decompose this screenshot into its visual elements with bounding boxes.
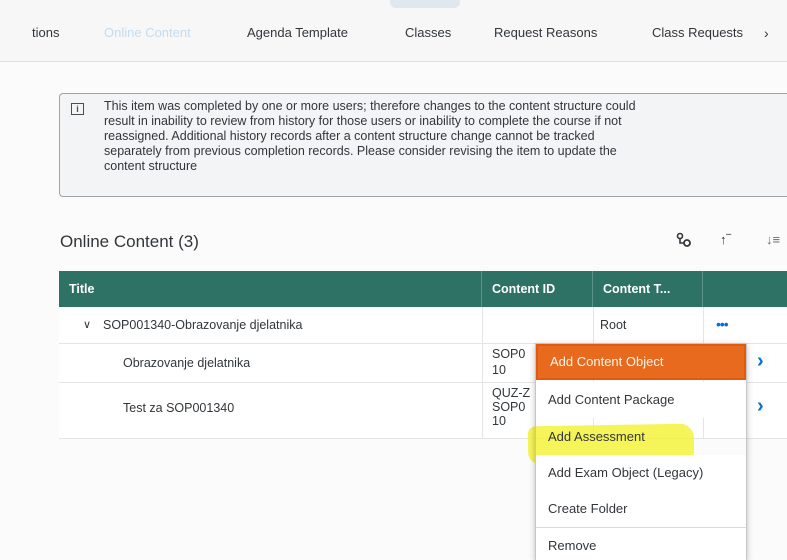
menu-item-create-folder[interactable]: Create Folder (536, 491, 746, 527)
column-divider (482, 307, 483, 439)
row-content-type: Root (600, 318, 627, 332)
context-menu: Add Content Object Add Content Package A… (535, 343, 747, 560)
info-line-2: result in inability to review from histo… (104, 114, 622, 128)
menu-item-add-exam-object[interactable]: Add Exam Object (Legacy) (536, 455, 746, 491)
section-title: Online Content (3) (60, 232, 199, 251)
menu-item-remove[interactable]: Remove (536, 528, 746, 560)
tab-class-requests[interactable]: Class Requests (652, 25, 743, 40)
tab-request-reasons[interactable]: Request Reasons (494, 25, 597, 40)
row-title: Test za SOP001340 (123, 401, 235, 415)
column-header-content-type[interactable]: Content T... (593, 271, 703, 307)
info-line-3: reassigned. Additional history records a… (104, 129, 595, 143)
info-icon: i (71, 103, 84, 115)
tab-agenda-template[interactable]: Agenda Template (247, 25, 348, 40)
row-content-id-line: SOP0 (492, 347, 526, 361)
tab-online-content[interactable]: Online Content (104, 25, 191, 40)
row-title: Obrazovanje djelatnika (123, 356, 251, 370)
column-header-content-id[interactable]: Content ID (482, 271, 593, 307)
tab-bar: tions Online Content Agenda Template Cla… (0, 0, 787, 62)
tab-overflow-chevron-right-icon[interactable]: › (764, 25, 769, 41)
menu-item-add-assessment[interactable]: Add Assessment (536, 419, 746, 455)
hierarchy-icon[interactable] (676, 232, 692, 252)
row-title: SOP001340-Obrazovanje djelatnika (103, 318, 303, 332)
table-header: Title Content ID Content T... (59, 271, 787, 307)
tab-scroll-indicator (390, 0, 460, 8)
more-icon[interactable]: ••• (716, 316, 729, 332)
menu-item-add-content-package[interactable]: Add Content Package (536, 382, 746, 418)
column-header-title[interactable]: Title (59, 271, 482, 307)
tab-classes[interactable]: Classes (405, 25, 451, 40)
info-line-1: This item was completed by one or more u… (104, 99, 636, 113)
row-content-id-line: 10 (492, 363, 506, 377)
info-line-4: separately from previous completion reco… (104, 144, 617, 158)
menu-item-add-content-object[interactable]: Add Content Object (536, 344, 746, 380)
chevron-down-icon[interactable]: ∨ (83, 318, 91, 331)
chevron-right-icon[interactable]: › (757, 350, 764, 373)
chevron-right-icon[interactable]: › (757, 395, 764, 418)
row-content-id-line: SOP0 (492, 400, 526, 414)
row-content-id-line: QUZ-Z (492, 386, 531, 400)
table-row[interactable]: ∨ SOP001340-Obrazovanje djelatnika Root … (59, 307, 787, 344)
info-line-5: content structure (104, 159, 198, 173)
tab-options[interactable]: tions (32, 25, 59, 40)
row-content-id-line: 10 (492, 414, 506, 428)
sort-ascending-icon[interactable]: ↑‾ (720, 232, 731, 247)
sort-descending-icon[interactable]: ↓≡ (766, 232, 780, 247)
info-message: i This item was completed by one or more… (59, 93, 787, 197)
